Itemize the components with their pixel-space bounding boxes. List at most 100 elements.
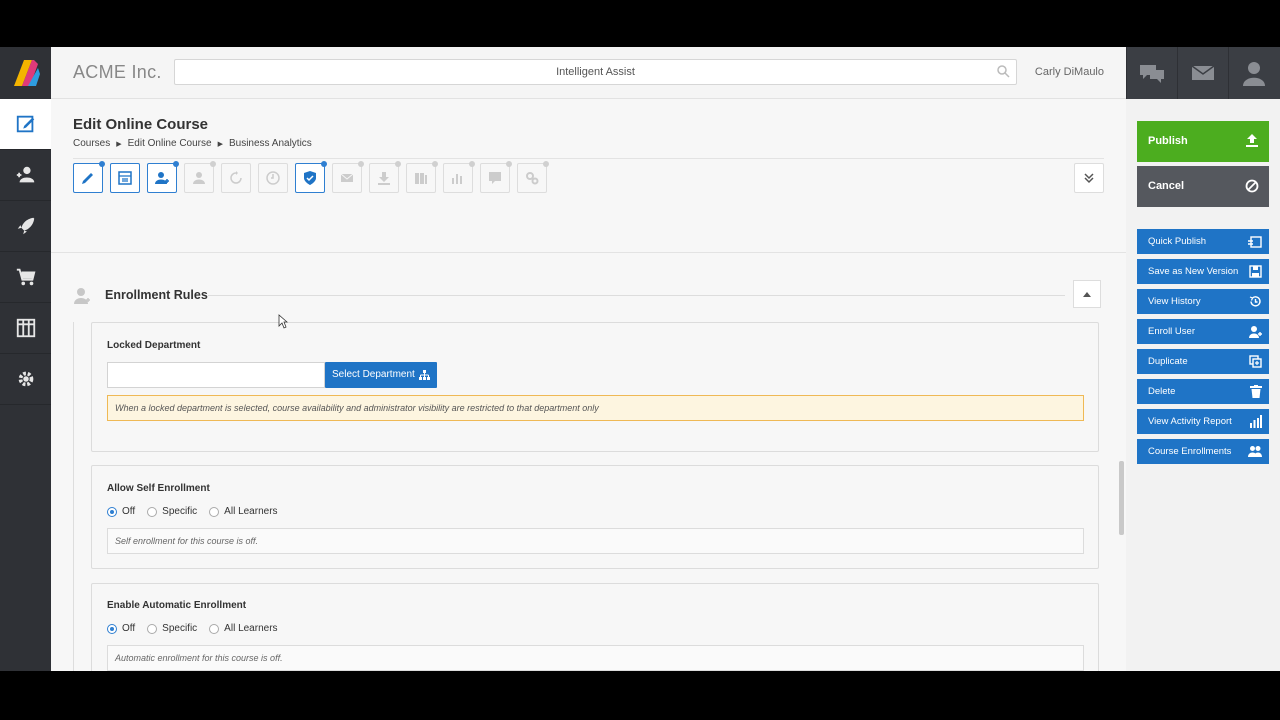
status-dot — [543, 161, 549, 167]
collapse-section-button[interactable] — [1073, 280, 1101, 308]
title-divider — [73, 158, 1104, 159]
sitemap-icon — [419, 370, 430, 380]
nav-users[interactable] — [0, 150, 51, 201]
card-title: Locked Department — [107, 340, 201, 351]
intelligent-assist-search[interactable]: Intelligent Assist — [174, 59, 1017, 85]
envelope-icon — [1191, 65, 1215, 80]
gears-icon — [526, 172, 539, 185]
instructor-icon — [193, 172, 205, 184]
top-right-icons — [1126, 47, 1280, 99]
tab-schedule[interactable] — [110, 163, 140, 193]
button-label: Save as New Version — [1148, 266, 1239, 277]
nav-catalog[interactable] — [0, 303, 51, 354]
status-dot — [395, 161, 401, 167]
nav-courses-edit[interactable] — [0, 99, 51, 150]
card-title: Allow Self Enrollment — [107, 483, 210, 494]
radio-specific[interactable]: Specific — [147, 506, 197, 517]
ban-icon — [1245, 179, 1259, 193]
radio-selected-icon — [107, 506, 117, 517]
user-add-icon — [1249, 326, 1262, 338]
tab-notifications[interactable] — [332, 161, 364, 193]
tab-recurrence[interactable] — [221, 163, 251, 193]
user-name[interactable]: Carly DiMaulo — [1035, 66, 1104, 78]
radio-specific[interactable]: Specific — [147, 623, 197, 634]
nav-settings[interactable] — [0, 354, 51, 405]
button-label: View History — [1148, 296, 1201, 307]
locked-department-card: Locked Department Select Department When… — [91, 322, 1099, 452]
page-title: Edit Online Course — [73, 116, 209, 133]
status-dot — [432, 161, 438, 167]
breadcrumb-item[interactable]: Courses — [73, 138, 110, 149]
tab-resources[interactable] — [406, 161, 438, 193]
duplicate-button[interactable]: Duplicate — [1137, 349, 1269, 374]
publish-button[interactable]: Publish — [1137, 121, 1269, 162]
shield-icon — [304, 171, 316, 185]
user-add-icon — [155, 172, 169, 184]
comment-icon — [489, 172, 501, 184]
left-nav — [0, 47, 51, 671]
expand-toolbar-button[interactable] — [1074, 163, 1104, 193]
envelope-icon — [340, 173, 354, 182]
chevron-double-down-icon — [1084, 173, 1094, 184]
automatic-enrollment-card: Enable Automatic Enrollment Off Specific… — [91, 583, 1099, 671]
gear-icon — [18, 371, 33, 387]
download-icon — [378, 172, 390, 185]
radio-all-learners[interactable]: All Learners — [209, 623, 278, 634]
messages-button[interactable] — [1177, 47, 1228, 99]
tab-enrollment[interactable] — [147, 161, 179, 193]
view-history-button[interactable]: View History — [1137, 289, 1269, 314]
quick-publish-icon — [1248, 236, 1262, 248]
clock-icon — [266, 171, 280, 185]
self-enrollment-note: Self enrollment for this course is off. — [107, 528, 1084, 554]
save-new-version-button[interactable]: Save as New Version — [1137, 259, 1269, 284]
status-dot — [210, 161, 216, 167]
enrollment-rules-header: Enrollment Rules — [73, 280, 1104, 308]
quick-publish-button[interactable]: Quick Publish — [1137, 229, 1269, 254]
tab-downloads[interactable] — [369, 161, 401, 193]
delete-button[interactable]: Delete — [1137, 379, 1269, 404]
button-label: Cancel — [1148, 180, 1185, 192]
tab-discussion[interactable] — [480, 161, 512, 193]
radio-unselected-icon — [147, 623, 158, 634]
breadcrumb-item: Business Analytics — [228, 138, 312, 149]
nav-launch[interactable] — [0, 201, 51, 252]
tab-expiration[interactable] — [258, 163, 288, 193]
select-department-button[interactable]: Select Department — [325, 362, 437, 388]
view-activity-report-button[interactable]: View Activity Report — [1137, 409, 1269, 434]
tab-reports[interactable] — [443, 161, 475, 193]
breadcrumb-item[interactable]: Edit Online Course — [128, 138, 212, 149]
radio-label: Specific — [162, 506, 198, 517]
radio-unselected-icon — [209, 623, 220, 634]
search-label: Intelligent Assist — [556, 66, 635, 78]
tab-instructors[interactable] — [184, 161, 216, 193]
pencil-icon — [82, 173, 93, 184]
upload-icon — [1246, 134, 1258, 147]
search-icon[interactable] — [996, 64, 1010, 78]
tab-security[interactable] — [295, 161, 327, 193]
app-logo[interactable] — [0, 47, 51, 99]
history-icon — [1249, 296, 1261, 307]
button-label: Duplicate — [1148, 356, 1188, 367]
status-dot — [99, 161, 105, 167]
button-label: Publish — [1148, 135, 1188, 147]
radio-off[interactable]: Off — [107, 623, 135, 634]
top-header: ACME Inc. Intelligent Assist Carly DiMau… — [51, 47, 1126, 99]
scrollbar-thumb[interactable] — [1119, 461, 1124, 535]
auto-enrollment-options: Off Specific All Learners — [107, 623, 278, 634]
course-toolbar — [73, 161, 549, 193]
profile-button[interactable] — [1228, 47, 1279, 99]
tab-advanced[interactable] — [517, 161, 549, 193]
cancel-button[interactable]: Cancel — [1137, 166, 1269, 207]
radio-selected-icon — [107, 623, 117, 634]
enroll-user-button[interactable]: Enroll User — [1137, 319, 1269, 344]
tab-edit-details[interactable] — [73, 161, 105, 193]
chat-button[interactable] — [1126, 47, 1177, 99]
edit-document-icon — [16, 115, 34, 133]
radio-off[interactable]: Off — [107, 506, 135, 517]
refresh-icon — [230, 171, 242, 184]
radio-all-learners[interactable]: All Learners — [209, 506, 278, 517]
self-enrollment-card: Allow Self Enrollment Off Specific All L… — [91, 465, 1099, 569]
course-enrollments-button[interactable]: Course Enrollments — [1137, 439, 1269, 464]
department-input[interactable] — [107, 362, 325, 388]
nav-store[interactable] — [0, 252, 51, 303]
